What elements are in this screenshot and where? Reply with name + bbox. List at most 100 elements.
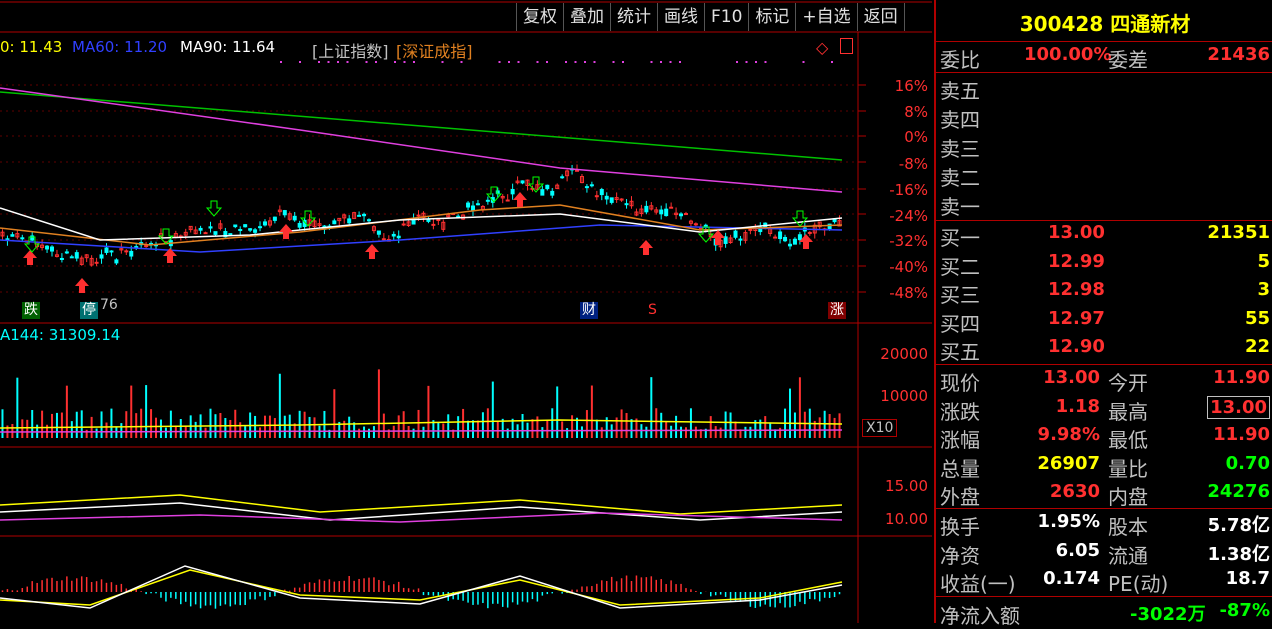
s-marker[interactable]: S [646,302,659,319]
candle-body [510,188,515,195]
candle-body [589,184,594,187]
fund-value-1: 6.05 [1055,539,1100,561]
percent-tick-1: 8% [904,103,928,121]
candle-body [624,203,629,206]
candle-body [228,233,233,236]
candle-body [466,202,471,208]
candle-body [659,209,664,215]
sell-label: 卖三 [940,137,980,161]
fund-value-2: 5.78亿 [1207,515,1270,536]
candle-body [520,180,525,184]
candle-body [575,169,580,172]
candle-body [198,227,203,231]
quote-value-2: 13.00 [1207,395,1270,419]
candle-body [381,238,386,241]
fund-label-2: 流通 [1108,543,1148,568]
netflow-value: -3022万 [1130,604,1206,625]
quote-label-2: 今开 [1108,371,1148,395]
candle-body [683,213,688,216]
toolbar-button-6[interactable]: +自选 [795,3,856,31]
candle-body [144,245,149,248]
candle-body [253,229,258,233]
percent-tick-4: -16% [889,181,928,199]
limit-down-marker[interactable]: 跌 [22,302,40,319]
limit-up-marker[interactable]: 涨 [828,302,846,319]
finance-marker[interactable]: 财 [580,302,598,319]
buy-arrow-icon [513,192,527,207]
candle-body [272,216,277,221]
candle-body [733,230,738,238]
candle-body [124,250,129,253]
toolbar-button-0[interactable]: 复权 [516,3,563,31]
toolbar: 复权 叠加 统计 画线 F10 标记 +自选 返回 [516,3,905,31]
candle-body [213,231,218,235]
event-dot [755,61,757,63]
quote-label-2: 最低 [1108,428,1148,452]
candle-body [332,220,337,225]
event-dot [745,61,748,63]
buy-label: 买二 [940,254,980,279]
buy-row-3: 买四 12.97 55 [940,308,1272,336]
candle-body [99,254,104,259]
event-dot [280,61,282,63]
toolbar-button-3[interactable]: 画线 [657,3,704,31]
quote-row-4: 外盘 2630 内盘 24276 [940,481,1272,509]
candle-body [669,206,674,209]
percent-tick-5: -24% [889,207,928,225]
toolbar-button-1[interactable]: 叠加 [563,3,610,31]
candle-body [64,251,69,254]
volume-legend: A144: 31309.14 [0,326,121,344]
quote-value-1: 13.00 [1043,367,1100,388]
percent-tick-3: -8% [898,155,928,173]
stock-code: 300428 [1019,12,1104,36]
sell-label: 卖五 [940,79,980,103]
macd-dea [0,569,843,606]
chart-canvas[interactable] [0,0,932,623]
candle-body [773,236,778,239]
candle-body [129,250,134,257]
buy-label: 买五 [940,340,980,364]
volume-multiplier: X10 [862,419,898,437]
candle-body [679,213,684,217]
index-overlay-shanghai[interactable]: [上证指数] [312,38,389,62]
netflow-label: 净流入额 [940,604,1020,628]
diamond-icon[interactable]: ◇ [816,38,828,57]
sell-row-1: 卖四 [940,104,1272,132]
ma-panel-axis-15: 15.00 [885,477,928,495]
candle-body [401,223,406,226]
candle-body [783,236,788,242]
percent-tick-0: 16% [894,77,928,95]
candle-body [475,203,480,206]
candle-body [807,231,812,234]
candle-body [560,176,565,179]
candle-body [243,224,248,228]
fund-row-0: 换手 1.95% 股本 5.78亿 [940,511,1272,539]
index-overlay-shenzhen[interactable]: [深证成指] [396,38,473,62]
event-dot [622,61,624,63]
candle-body [104,247,109,253]
toolbar-button-4[interactable]: F10 [704,3,748,31]
quote-value-2: 24276 [1207,481,1270,502]
buy-row-2: 买三 12.98 3 [940,279,1272,307]
fund-label-1: 收益(一) [940,572,1016,596]
event-dot [679,61,681,63]
sell-label: 卖一 [940,195,980,219]
window-toggle-icon[interactable] [840,38,853,54]
quote-value-1: 9.98% [1037,424,1100,445]
buy-row-4: 买五 12.90 22 [940,336,1272,364]
candle-body [792,238,797,245]
buy-label: 买四 [940,311,980,336]
candle-body [233,224,238,228]
quote-value-2: 11.90 [1213,424,1270,445]
sell-label: 卖二 [940,166,980,190]
quote-value-2: 11.90 [1213,367,1270,388]
toolbar-button-2[interactable]: 统计 [610,3,657,31]
toolbar-button-5[interactable]: 标记 [748,3,795,31]
fund-value-2: 1.38亿 [1207,543,1270,565]
halt-marker[interactable]: 停 [80,302,98,319]
toolbar-button-7[interactable]: 返回 [856,3,905,31]
candle-body [778,231,783,240]
event-dot [498,61,501,63]
buy-arrow-icon [279,224,293,239]
event-dot [831,61,833,63]
